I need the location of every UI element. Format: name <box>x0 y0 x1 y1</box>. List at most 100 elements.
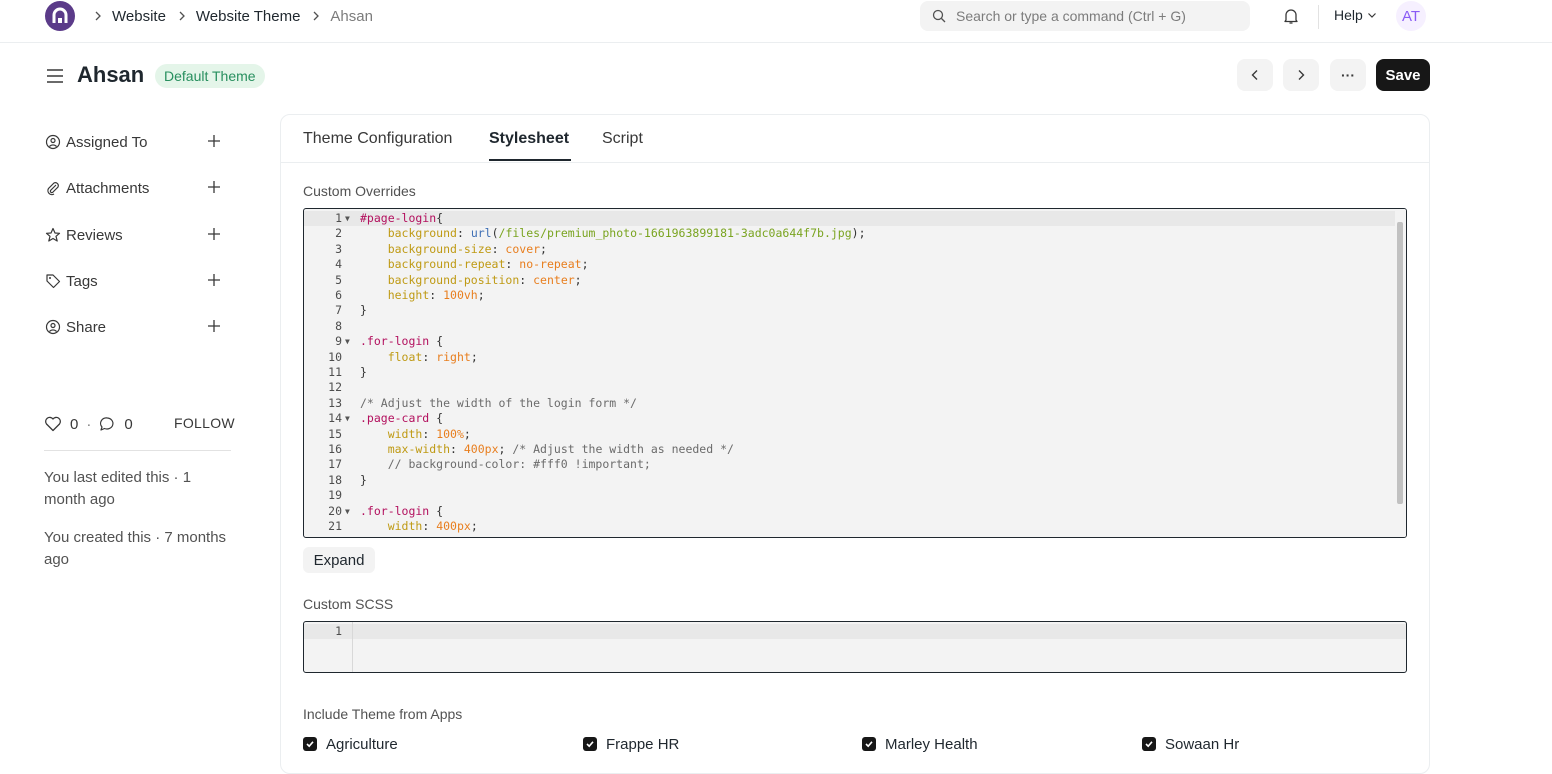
notification-bell-icon[interactable] <box>1282 7 1300 25</box>
include-apps-label: Include Theme from Apps <box>303 706 463 722</box>
line-number: 1 <box>335 624 342 638</box>
code-line[interactable]: 17 // background-color: #fff0 !important… <box>304 457 1396 472</box>
code-line[interactable]: 21 width: 400px; <box>304 519 1396 534</box>
search-input[interactable]: Search or type a command (Ctrl + G) <box>920 1 1250 31</box>
code-line[interactable]: 10 float: right; <box>304 350 1396 365</box>
created-text: You created this · 7 months ago <box>44 529 227 568</box>
line-number: 14 <box>328 411 342 426</box>
follow-button[interactable]: FOLLOW <box>174 415 235 431</box>
checkbox-checked-icon[interactable] <box>1142 737 1156 751</box>
breadcrumb-website[interactable]: Website <box>112 8 166 25</box>
app-checkbox-marley-health[interactable]: Marley Health <box>862 735 978 753</box>
user-avatar[interactable]: AT <box>1396 1 1426 31</box>
checkbox-label: Sowaan Hr <box>1165 735 1240 753</box>
custom-overrides-label: Custom Overrides <box>303 183 416 199</box>
code-line[interactable]: 13 /* Adjust the width of the login form … <box>304 396 1396 411</box>
code-line[interactable]: 1 ▼ #page-login{ <box>304 211 1396 227</box>
line-number: 11 <box>328 365 342 379</box>
code-line[interactable]: 18} <box>304 473 1396 488</box>
code-line[interactable]: 11} <box>304 365 1396 380</box>
line-number: 3 <box>335 241 342 256</box>
code-text: // background-color: #fff0 !important; <box>387 457 651 472</box>
code-line[interactable]: 4 background-repeat: no-repeat; <box>304 257 1396 272</box>
save-button[interactable]: Save <box>1376 59 1430 91</box>
fold-arrow-icon[interactable]: ▼ <box>345 504 350 519</box>
app-logo[interactable] <box>45 1 75 31</box>
code-line[interactable]: 12 <box>304 380 1396 395</box>
checkbox-checked-icon[interactable] <box>583 737 597 751</box>
editor-scrollbar-thumb[interactable] <box>1397 222 1403 504</box>
line-number: 18 <box>328 472 342 487</box>
sidebar-toggle-icon[interactable] <box>45 67 65 85</box>
top-navbar: Website Website Theme Ahsan Search or ty… <box>0 0 1552 43</box>
code-text: background-size: cover; <box>387 241 547 256</box>
status-badge: Default Theme <box>155 64 265 88</box>
code-line[interactable]: 14 ▼ .page-card { <box>304 411 1396 426</box>
plus-icon[interactable] <box>206 133 222 149</box>
fold-arrow-icon[interactable]: ▼ <box>345 411 350 426</box>
sidebar-item-label: Share <box>66 318 107 336</box>
sidebar-item-share[interactable]: Share <box>44 316 228 338</box>
line-number: 1 <box>335 211 342 225</box>
navbar-divider <box>1318 5 1319 29</box>
line-number: 2 <box>335 226 342 241</box>
checkbox-checked-icon[interactable] <box>303 737 317 751</box>
form-tabs: Theme Configuration Stylesheet Script <box>281 115 1429 163</box>
code-line[interactable]: 5 background-position: center; <box>304 273 1396 288</box>
plus-icon[interactable] <box>206 226 222 242</box>
code-line[interactable]: 16 max-width: 400px; /* Adjust the width… <box>304 442 1396 457</box>
help-dropdown[interactable]: Help <box>1334 7 1377 23</box>
more-actions-button[interactable]: ··· <box>1330 59 1366 91</box>
fold-arrow-icon[interactable]: ▼ <box>345 211 350 226</box>
sidebar-item-attachments[interactable]: Attachments <box>44 177 228 199</box>
line-number: 19 <box>328 488 342 503</box>
tab-script[interactable]: Script <box>602 130 643 148</box>
sidebar-item-assigned-to[interactable]: Assigned To <box>44 131 228 153</box>
next-doc-button[interactable] <box>1283 59 1319 91</box>
code-text: float: right; <box>387 349 478 364</box>
heart-icon[interactable] <box>44 416 62 432</box>
fold-arrow-icon[interactable]: ▼ <box>345 334 350 349</box>
checkbox-label: Agriculture <box>326 735 398 753</box>
code-line[interactable]: 8 <box>304 319 1396 334</box>
app-checkbox-agriculture[interactable]: Agriculture <box>303 735 398 753</box>
app-checkbox-sowaan-hr[interactable]: Sowaan Hr <box>1142 735 1239 753</box>
plus-icon[interactable] <box>206 318 222 334</box>
checkbox-checked-icon[interactable] <box>862 737 876 751</box>
code-line[interactable]: 15 width: 100%; <box>304 427 1396 442</box>
custom-overrides-editor[interactable]: 21 width: 400px; 20 ▼ .for-login {19 18} 17 /… <box>303 208 1407 538</box>
code-line[interactable]: 7} <box>304 303 1396 318</box>
code-line[interactable]: 6 height: 100vh; <box>304 288 1396 303</box>
custom-scss-editor[interactable]: 1 <box>303 621 1407 673</box>
code-line[interactable]: 20 ▼ .for-login { <box>304 504 1396 519</box>
app-checkbox-frappe-hr[interactable]: Frappe HR <box>583 735 679 753</box>
code-line[interactable]: 2 background: url(/files/premium_photo-1… <box>304 226 1396 241</box>
sidebar-item-reviews[interactable]: Reviews <box>44 224 228 246</box>
breadcrumb-website-theme[interactable]: Website Theme <box>196 8 301 25</box>
app-logo-icon <box>52 7 68 23</box>
code-line[interactable]: 19 <box>304 488 1396 503</box>
sidebar-item-tags[interactable]: Tags <box>44 270 228 292</box>
code-text: } <box>360 472 367 487</box>
code-line[interactable]: 3 background-size: cover; <box>304 242 1396 257</box>
line-number: 4 <box>335 257 342 272</box>
code-text: /* Adjust the width of the login form */ <box>360 395 637 410</box>
line-number: 7 <box>335 303 342 318</box>
previous-doc-button[interactable] <box>1237 59 1273 91</box>
line-number: 9 <box>335 334 342 349</box>
expand-button[interactable]: Expand <box>303 547 375 573</box>
plus-icon[interactable] <box>206 272 222 288</box>
help-label: Help <box>1334 7 1363 23</box>
comment-icon[interactable] <box>99 416 116 432</box>
code-line[interactable]: 9 ▼ .for-login { <box>304 334 1396 349</box>
plus-icon[interactable] <box>206 179 222 195</box>
tab-stylesheet[interactable]: Stylesheet <box>489 130 569 148</box>
search-placeholder: Search or type a command (Ctrl + G) <box>956 8 1186 24</box>
code-text: width: 100%; <box>387 426 471 441</box>
tag-icon <box>44 272 62 290</box>
code-text: .for-login { <box>360 334 444 349</box>
breadcrumb-current[interactable]: Ahsan <box>330 8 373 25</box>
code-text: background-position: center; <box>387 272 582 287</box>
tab-theme-configuration[interactable]: Theme Configuration <box>303 130 452 148</box>
star-icon <box>44 226 62 244</box>
